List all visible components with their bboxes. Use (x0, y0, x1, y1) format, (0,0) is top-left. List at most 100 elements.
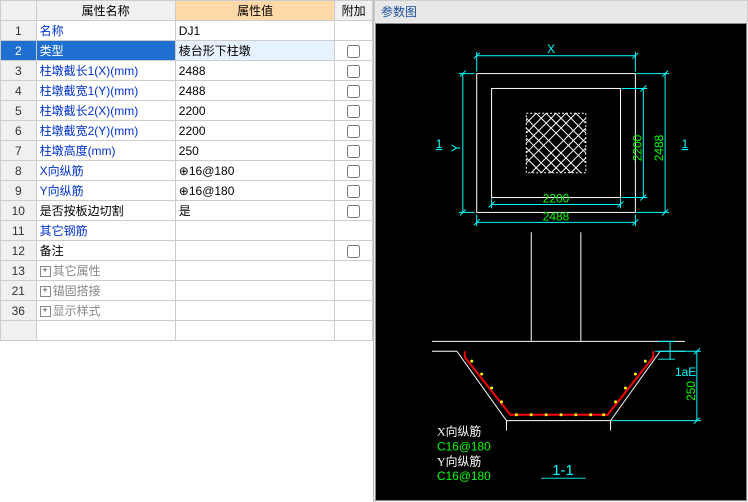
cell-property-name[interactable]: +其它属性 (36, 261, 175, 281)
cell-extra[interactable] (335, 61, 373, 81)
cell-property-name[interactable]: 柱墩截宽1(Y)(mm) (36, 81, 175, 101)
cell-property-value[interactable] (175, 281, 335, 301)
table-row[interactable]: 1名称DJ1 (1, 21, 373, 41)
cell-property-value[interactable]: 2488 (175, 81, 335, 101)
cell-property-name[interactable]: 柱墩截长2(X)(mm) (36, 101, 175, 121)
table-row[interactable]: 3柱墩截长1(X)(mm)2488 (1, 61, 373, 81)
cell-property-name[interactable]: Y向纵筋 (36, 181, 175, 201)
table-row[interactable] (1, 321, 373, 341)
diagram-canvas[interactable]: X Y 2200 (375, 23, 747, 501)
cell-property-name[interactable]: X向纵筋 (36, 161, 175, 181)
header-row-number (1, 1, 37, 21)
cell-extra[interactable] (335, 101, 373, 121)
dim-inner-h: 2200 (630, 134, 644, 161)
cell-property-name[interactable]: 其它钢筋 (36, 221, 175, 241)
table-row[interactable]: 11其它钢筋 (1, 221, 373, 241)
row-number: 2 (1, 41, 37, 61)
extra-checkbox[interactable] (347, 85, 360, 98)
cell-property-value[interactable]: ⊕16@180 (175, 181, 335, 201)
extra-checkbox[interactable] (347, 125, 360, 138)
cell-property-name[interactable]: 柱墩截长1(X)(mm) (36, 61, 175, 81)
table-row[interactable]: 21+锚固搭接 (1, 281, 373, 301)
cell-property-value[interactable] (175, 241, 335, 261)
cell-property-name[interactable]: 柱墩高度(mm) (36, 141, 175, 161)
cell-extra[interactable] (335, 321, 373, 341)
extra-checkbox[interactable] (347, 205, 360, 218)
section-mark-left: 1 (436, 137, 443, 151)
cell-extra[interactable] (335, 81, 373, 101)
expand-icon[interactable]: + (40, 266, 51, 277)
section-label: 1-1 (552, 463, 573, 479)
row-number: 36 (1, 301, 37, 321)
row-number: 21 (1, 281, 37, 301)
extra-checkbox[interactable] (347, 245, 360, 258)
table-row[interactable]: 5柱墩截长2(X)(mm)2200 (1, 101, 373, 121)
row-number: 5 (1, 101, 37, 121)
extra-checkbox[interactable] (347, 105, 360, 118)
table-row[interactable]: 13+其它属性 (1, 261, 373, 281)
cell-extra[interactable] (335, 161, 373, 181)
cell-extra[interactable] (335, 301, 373, 321)
cell-property-name[interactable]: 是否按板边切割 (36, 201, 175, 221)
cell-property-name[interactable]: +显示样式 (36, 301, 175, 321)
cell-property-value[interactable]: 250 (175, 141, 335, 161)
cell-property-value[interactable] (175, 221, 335, 241)
cell-extra[interactable] (335, 201, 373, 221)
table-row[interactable]: 2类型棱台形下柱墩 (1, 41, 373, 61)
table-row[interactable]: 4柱墩截宽1(Y)(mm)2488 (1, 81, 373, 101)
expand-icon[interactable]: + (40, 286, 51, 297)
expand-icon[interactable]: + (40, 306, 51, 317)
x-rebar-label: X向纵筋 (437, 425, 481, 439)
y-rebar-label: Y向纵筋 (437, 454, 481, 468)
cell-property-value[interactable] (175, 261, 335, 281)
row-number: 1 (1, 21, 37, 41)
table-row[interactable]: 6柱墩截宽2(Y)(mm)2200 (1, 121, 373, 141)
row-number: 3 (1, 61, 37, 81)
header-value: 属性值 (175, 1, 335, 21)
cell-property-value[interactable]: 是 (175, 201, 335, 221)
x-rebar-value: C16@180 (437, 439, 491, 453)
section-mark-right: 1 (682, 137, 689, 151)
cell-property-value[interactable]: 2200 (175, 101, 335, 121)
table-row[interactable]: 9Y向纵筋⊕16@180 (1, 181, 373, 201)
table-row[interactable]: 7柱墩高度(mm)250 (1, 141, 373, 161)
extra-checkbox[interactable] (347, 145, 360, 158)
header-extra: 附加 (335, 1, 373, 21)
cell-extra[interactable] (335, 221, 373, 241)
dim-section-h: 250 (684, 381, 698, 401)
cell-property-name[interactable] (36, 321, 175, 341)
cell-property-name[interactable]: 名称 (36, 21, 175, 41)
cell-extra[interactable] (335, 141, 373, 161)
extra-checkbox[interactable] (347, 65, 360, 78)
cell-extra[interactable] (335, 281, 373, 301)
cell-extra[interactable] (335, 21, 373, 41)
cell-property-name[interactable]: 备注 (36, 241, 175, 261)
cell-extra[interactable] (335, 261, 373, 281)
cell-extra[interactable] (335, 241, 373, 261)
cell-extra[interactable] (335, 181, 373, 201)
table-row[interactable]: 8X向纵筋⊕16@180 (1, 161, 373, 181)
cell-property-value[interactable]: DJ1 (175, 21, 335, 41)
cell-property-value[interactable]: ⊕16@180 (175, 161, 335, 181)
cell-extra[interactable] (335, 121, 373, 141)
row-number: 9 (1, 181, 37, 201)
cell-property-value[interactable] (175, 301, 335, 321)
property-grid[interactable]: 属性名称 属性值 附加 1名称DJ12类型棱台形下柱墩3柱墩截长1(X)(mm)… (0, 0, 374, 502)
row-number: 7 (1, 141, 37, 161)
cell-property-value[interactable] (175, 321, 335, 341)
cell-property-value[interactable]: 2488 (175, 61, 335, 81)
cell-property-name[interactable]: 类型 (36, 41, 175, 61)
cell-extra[interactable] (335, 41, 373, 61)
table-row[interactable]: 10是否按板边切割是 (1, 201, 373, 221)
cell-property-name[interactable]: 柱墩截宽2(Y)(mm) (36, 121, 175, 141)
table-row[interactable]: 36+显示样式 (1, 301, 373, 321)
cell-property-name[interactable]: +锚固搭接 (36, 281, 175, 301)
extra-checkbox[interactable] (347, 185, 360, 198)
cell-property-value[interactable]: 棱台形下柱墩 (175, 41, 335, 61)
extra-checkbox[interactable] (347, 165, 360, 178)
extra-checkbox[interactable] (347, 45, 360, 58)
row-number: 4 (1, 81, 37, 101)
cell-property-value[interactable]: 2200 (175, 121, 335, 141)
table-row[interactable]: 12备注 (1, 241, 373, 261)
dim-outer-w: 2488 (543, 209, 570, 223)
